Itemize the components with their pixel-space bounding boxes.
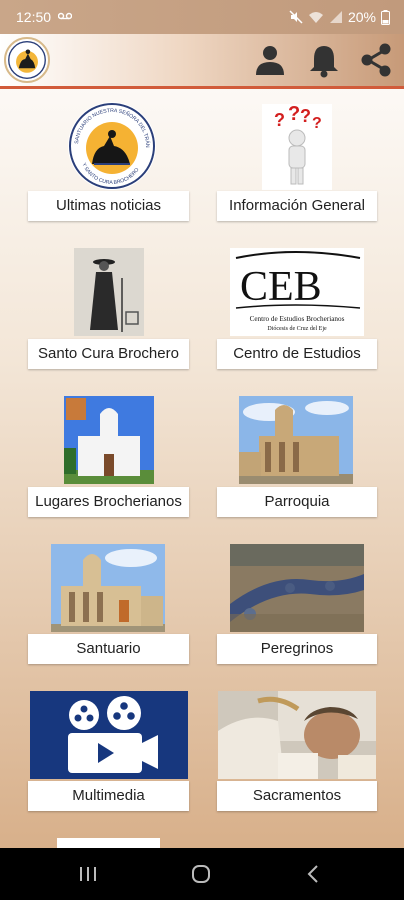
svg-text:?: ?: [274, 110, 285, 130]
grid-item-label[interactable]: Peregrinos: [217, 634, 377, 664]
grid-item-image-parish-church[interactable]: [239, 396, 353, 484]
app-bar: [0, 34, 404, 89]
grid-item-label[interactable]: Santo Cura Brochero: [28, 339, 189, 369]
battery-icon: [381, 9, 390, 25]
grid-item-label[interactable]: Lugares Brocherianos: [28, 487, 189, 517]
bell-icon[interactable]: [306, 42, 342, 78]
grid-item-label[interactable]: Santuario: [28, 634, 189, 664]
grid-item-label[interactable]: Ultimas noticias: [28, 191, 189, 221]
voicemail-icon: [58, 12, 72, 20]
share-icon[interactable]: [358, 42, 394, 78]
back-button[interactable]: [302, 862, 326, 886]
grid-item-image-baptism[interactable]: [218, 691, 376, 779]
mute-icon: [289, 10, 303, 24]
grid-item-label[interactable]: Centro de Estudios: [217, 339, 377, 369]
status-time: 12:50: [16, 9, 52, 25]
grid-item-label[interactable]: Información General: [217, 191, 377, 221]
grid-item-image-sanctuary-seal[interactable]: SANTUARIO NUESTRA SEÑORA DEL TRÁNSITO Y …: [68, 102, 156, 190]
grid-item-image-sanctuary-church[interactable]: [51, 544, 165, 632]
grid-item-label[interactable]: Sacramentos: [217, 781, 377, 811]
grid-item-image-ceb-logo[interactable]: CEB Centro de Estudios Brocherianos Dióc…: [230, 248, 364, 336]
grid-item-image-film-camera[interactable]: [30, 691, 188, 779]
svg-text:?: ?: [300, 106, 311, 126]
status-bar: 12:50 20%: [0, 0, 404, 34]
ceb-line-2: Diócesis de Cruz del Eje: [267, 326, 327, 332]
grid-item-image-pilgrims[interactable]: [230, 544, 364, 632]
battery-percent: 20%: [347, 9, 376, 25]
svg-text:?: ?: [312, 115, 322, 132]
home-button[interactable]: [189, 862, 213, 886]
grid-item-image-priest-photo[interactable]: [74, 248, 144, 336]
grid-item-image-white-church[interactable]: [64, 396, 154, 484]
next-row-peek: [57, 838, 160, 848]
svg-text:?: ?: [288, 104, 300, 125]
user-icon[interactable]: [252, 42, 288, 78]
navigation-bar: [0, 848, 404, 900]
signal-icon: [329, 11, 342, 23]
ceb-line-1: Centro de Estudios Brocherianos: [250, 315, 345, 323]
grid-item-label[interactable]: Parroquia: [217, 487, 377, 517]
ceb-letters: CEB: [240, 264, 322, 310]
grid-item-image-question-figure[interactable]: ? ? ? ?: [262, 104, 332, 190]
grid-item-label[interactable]: Multimedia: [28, 781, 189, 811]
wifi-icon: [308, 12, 323, 23]
recent-apps-button[interactable]: [76, 862, 100, 886]
sanctuary-logo[interactable]: [4, 37, 50, 83]
